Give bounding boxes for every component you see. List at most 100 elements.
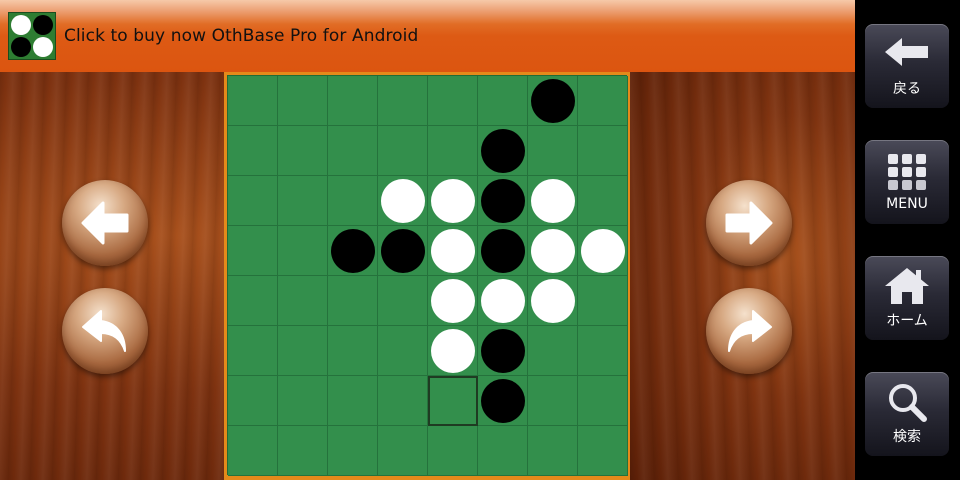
board-square[interactable] [328, 376, 378, 426]
board-square[interactable] [228, 376, 278, 426]
board-square[interactable] [578, 126, 628, 176]
menu-label: MENU [886, 196, 928, 212]
board-square[interactable] [478, 326, 528, 376]
board-square[interactable] [528, 276, 578, 326]
board-square[interactable] [378, 226, 428, 276]
white-disc [530, 228, 575, 273]
board-square[interactable] [278, 326, 328, 376]
board-square[interactable] [378, 76, 428, 126]
board-square[interactable] [278, 226, 328, 276]
board-square[interactable] [578, 376, 628, 426]
ad-banner-text[interactable]: Click to buy now OthBase Pro for Android [64, 26, 418, 46]
board-square[interactable] [578, 226, 628, 276]
board-square-last-move[interactable] [428, 376, 478, 426]
board-square[interactable] [478, 126, 528, 176]
board-square[interactable] [278, 276, 328, 326]
board-square[interactable] [428, 76, 478, 126]
board-square[interactable] [328, 276, 378, 326]
board-square[interactable] [428, 226, 478, 276]
next-move-button[interactable] [706, 180, 792, 266]
board-square[interactable] [228, 326, 278, 376]
board-square[interactable] [278, 126, 328, 176]
board-square[interactable] [478, 276, 528, 326]
board-square[interactable] [328, 176, 378, 226]
board-square[interactable] [228, 276, 278, 326]
board-square[interactable] [278, 176, 328, 226]
board-square[interactable] [378, 276, 428, 326]
board-square[interactable] [378, 376, 428, 426]
white-disc [430, 228, 475, 273]
white-disc [430, 178, 475, 223]
back-button[interactable]: 戻る [865, 24, 949, 108]
ad-banner[interactable]: Click to buy now OthBase Pro for Android [0, 0, 855, 72]
board-square[interactable] [528, 176, 578, 226]
black-disc [480, 128, 525, 173]
back-label: 戻る [893, 81, 921, 97]
board-square[interactable] [428, 276, 478, 326]
board-square[interactable] [528, 376, 578, 426]
white-disc [580, 228, 625, 273]
undo-curved-arrow-icon [82, 310, 126, 352]
board-square[interactable] [228, 226, 278, 276]
previous-move-button[interactable] [62, 180, 148, 266]
board-square[interactable] [478, 226, 528, 276]
board-square[interactable] [378, 326, 428, 376]
board-square[interactable] [478, 376, 528, 426]
home-button[interactable]: ホーム [865, 256, 949, 340]
board-square[interactable] [228, 126, 278, 176]
board-square[interactable] [228, 76, 278, 126]
board-square[interactable] [528, 126, 578, 176]
board-square[interactable] [528, 76, 578, 126]
board-square[interactable] [478, 176, 528, 226]
board-square[interactable] [578, 326, 628, 376]
board-square[interactable] [578, 176, 628, 226]
board-square[interactable] [378, 426, 428, 476]
board-square[interactable] [328, 226, 378, 276]
board-square[interactable] [428, 326, 478, 376]
white-disc [380, 178, 425, 223]
board-square[interactable] [578, 276, 628, 326]
board-square[interactable] [578, 426, 628, 476]
black-disc [480, 178, 525, 223]
board-square[interactable] [328, 326, 378, 376]
white-disc [480, 278, 525, 323]
board-square[interactable] [478, 426, 528, 476]
board-square[interactable] [378, 176, 428, 226]
white-disc [530, 278, 575, 323]
board-square[interactable] [328, 76, 378, 126]
black-disc [530, 78, 575, 123]
board-square[interactable] [278, 76, 328, 126]
black-disc [480, 378, 525, 423]
board-square[interactable] [528, 426, 578, 476]
black-disc [480, 328, 525, 373]
search-icon [889, 384, 927, 422]
home-icon [885, 268, 929, 304]
board-square[interactable] [528, 226, 578, 276]
othello-board [224, 72, 630, 480]
menu-button[interactable]: MENU [865, 140, 949, 224]
board-square[interactable] [228, 176, 278, 226]
search-button[interactable]: 検索 [865, 372, 949, 456]
board-square[interactable] [528, 326, 578, 376]
undo-button[interactable] [62, 288, 148, 374]
board-square[interactable] [328, 426, 378, 476]
board-grid [227, 75, 628, 476]
arrow-left-icon [81, 201, 129, 245]
board-square[interactable] [578, 76, 628, 126]
white-disc [430, 328, 475, 373]
wood-background-right [630, 72, 855, 480]
black-disc [480, 228, 525, 273]
redo-button[interactable] [706, 288, 792, 374]
board-square[interactable] [278, 376, 328, 426]
othello-discs-logo [8, 12, 56, 60]
board-square[interactable] [428, 126, 478, 176]
board-square[interactable] [228, 426, 278, 476]
board-square[interactable] [428, 176, 478, 226]
board-square[interactable] [328, 126, 378, 176]
search-label: 検索 [893, 429, 921, 445]
board-square[interactable] [428, 426, 478, 476]
board-square[interactable] [378, 126, 428, 176]
board-square[interactable] [278, 426, 328, 476]
white-disc [430, 278, 475, 323]
board-square[interactable] [478, 76, 528, 126]
